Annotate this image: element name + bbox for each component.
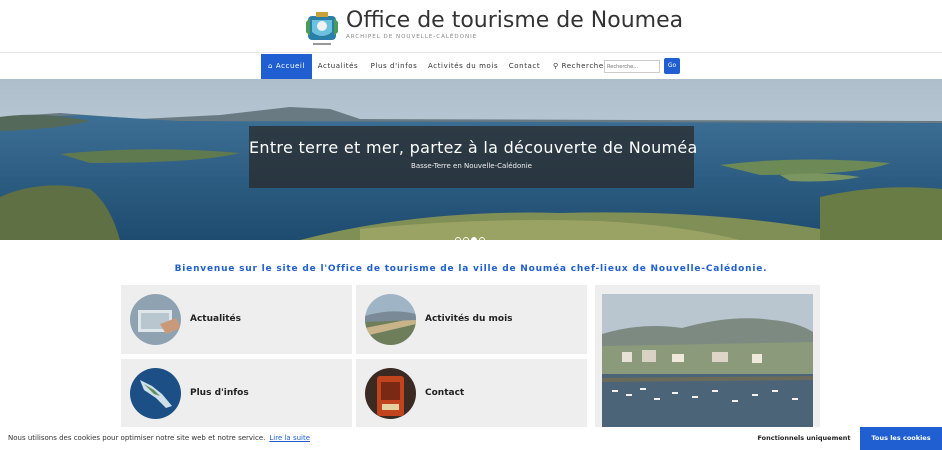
cookie-banner: Nous utilisons des cookies pour optimise… [0, 427, 942, 450]
side-panel [595, 285, 820, 427]
search-go-button[interactable]: Go [664, 58, 680, 74]
tile-actualites[interactable]: Actualités [121, 285, 352, 354]
cookie-functional-button[interactable]: Fonctionnels uniquement [756, 427, 852, 450]
carousel-indicators [455, 228, 487, 240]
nav-item-activites[interactable]: Activités du mois [428, 54, 498, 79]
carousel-dot[interactable] [479, 237, 485, 240]
nav-item-label: Accueil [275, 62, 306, 70]
carousel-dot[interactable] [455, 237, 461, 240]
site-header: Office de tourisme de Noumea ARCHIPEL DE… [0, 0, 942, 53]
tile-contact-image [365, 368, 416, 419]
noumea-harbour-image[interactable] [602, 294, 813, 427]
site-title[interactable]: Office de tourisme de Noumea [346, 8, 683, 33]
hero-carousel[interactable]: Entre terre et mer, partez à la découver… [0, 79, 942, 240]
nav-item-plus-infos[interactable]: Plus d'infos [368, 54, 420, 79]
tile-actualites-image [130, 294, 181, 345]
carousel-dot[interactable] [463, 237, 469, 240]
hero-subtitle: Basse-Terre en Nouvelle-Calédonie [411, 162, 532, 170]
tile-activites[interactable]: Activités du mois [356, 285, 587, 354]
nav-item-actualites[interactable]: Actualités [316, 54, 360, 79]
cookie-text: Nous utilisons des cookies pour optimise… [8, 434, 311, 442]
search-label: ⚲ Recherche [553, 62, 604, 70]
nav-item-contact[interactable]: Contact [507, 54, 542, 79]
tile-label: Actualités [190, 314, 242, 324]
hero-title: Entre terre et mer, partez à la découver… [249, 138, 698, 157]
tile-contact[interactable]: Contact [356, 359, 587, 428]
page: Office de tourisme de Noumea ARCHIPEL DE… [0, 0, 942, 450]
tile-plus-infos[interactable]: Plus d'infos [121, 359, 352, 428]
search-input[interactable] [604, 60, 660, 73]
tile-label: Contact [425, 388, 465, 398]
carousel-dot-active[interactable] [471, 237, 477, 240]
main-nav: ⌂ Accueil Actualités Plus d'infos Activi… [0, 54, 942, 79]
search-icon: ⚲ [553, 62, 559, 70]
cookie-accept-all-button[interactable]: Tous les cookies [860, 427, 942, 450]
home-icon: ⌂ [267, 62, 273, 70]
city-crest-logo[interactable] [304, 10, 340, 48]
tile-plus-infos-image [130, 368, 181, 419]
site-subtitle: ARCHIPEL DE NOUVELLE-CALÉDONIE [346, 34, 478, 40]
nav-item-accueil[interactable]: ⌂ Accueil [261, 54, 312, 79]
hero-caption: Entre terre et mer, partez à la découver… [249, 126, 698, 188]
welcome-text: Bienvenue sur le site de l'Office de tou… [174, 264, 768, 274]
cookie-read-more-link[interactable]: Lire la suite [269, 434, 310, 442]
tile-label: Activités du mois [425, 314, 513, 324]
tile-label: Plus d'infos [190, 388, 249, 398]
tile-activites-image [365, 294, 416, 345]
